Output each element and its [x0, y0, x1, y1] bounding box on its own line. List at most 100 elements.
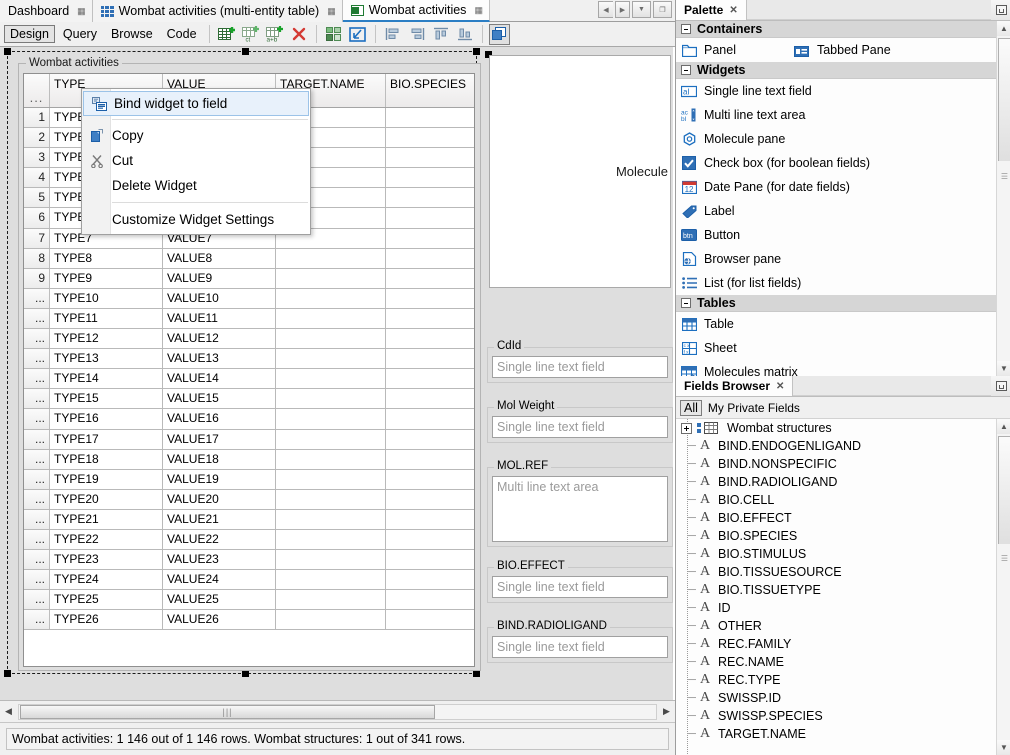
arrow-resize-icon[interactable] — [347, 24, 369, 45]
resize-handle-nw[interactable] — [4, 48, 11, 55]
column-header-bio-species[interactable]: BIO.SPECIES — [386, 74, 475, 107]
table-cell-bio-species[interactable] — [386, 490, 475, 509]
fields-scrollbar-grip[interactable]: ☰ — [998, 544, 1010, 572]
table-cell-type[interactable]: TYPE17 — [50, 430, 163, 449]
palette-item-molecule-pane[interactable]: Molecule pane — [681, 132, 785, 147]
layout-icon[interactable] — [323, 24, 345, 45]
minimize-button[interactable] — [991, 0, 1010, 20]
table-cell-bio-species[interactable] — [386, 108, 475, 127]
table-cell-value[interactable]: VALUE16 — [163, 409, 276, 428]
single-line-text-field[interactable]: Single line text field — [492, 416, 668, 438]
table-cell-target-name[interactable] — [276, 470, 386, 489]
resize-handle-ne[interactable] — [473, 48, 480, 55]
table-cell-bio-species[interactable] — [386, 450, 475, 469]
expand-icon[interactable] — [681, 423, 692, 434]
row-number-cell[interactable]: ... — [24, 389, 50, 408]
table-cell-value[interactable]: VALUE20 — [163, 490, 276, 509]
table-cell-target-name[interactable] — [276, 269, 386, 288]
row-number-cell[interactable]: ... — [24, 329, 50, 348]
table-cell-bio-species[interactable] — [386, 570, 475, 589]
table-cell-value[interactable]: VALUE23 — [163, 550, 276, 569]
table-cell-target-name[interactable] — [276, 329, 386, 348]
single-line-text-field[interactable]: Single line text field — [492, 356, 668, 378]
table-cell-value[interactable]: VALUE19 — [163, 470, 276, 489]
row-number-cell[interactable]: 4 — [24, 168, 50, 187]
table-cell-target-name[interactable] — [276, 249, 386, 268]
scrollbar-thumb[interactable]: ||| — [20, 705, 435, 719]
fields-browser-tab[interactable]: Fields Browser ✕ — [676, 376, 793, 396]
row-number-cell[interactable]: 8 — [24, 249, 50, 268]
row-number-cell[interactable]: ... — [24, 409, 50, 428]
table-cell-type[interactable]: TYPE26 — [50, 610, 163, 629]
table-cell-type[interactable]: TYPE11 — [50, 309, 163, 328]
table-cell-target-name[interactable] — [276, 309, 386, 328]
table-cell-value[interactable]: VALUE13 — [163, 349, 276, 368]
fields-tree-scrollbar[interactable]: ▲ ☰ ▼ — [996, 419, 1010, 755]
table-cell-target-name[interactable] — [276, 610, 386, 629]
fields-tree[interactable]: Wombat structures─ABIND.ENDOGENLIGAND─AB… — [676, 419, 1010, 755]
table-cell-value[interactable]: VALUE18 — [163, 450, 276, 469]
filter-my-private-fields-button[interactable]: My Private Fields — [708, 401, 800, 415]
table-cell-bio-species[interactable] — [386, 148, 475, 167]
table-cell-target-name[interactable] — [276, 430, 386, 449]
table-cell-bio-species[interactable] — [386, 269, 475, 288]
table-cell-type[interactable]: TYPE18 — [50, 450, 163, 469]
palette-item-button[interactable]: btnButton — [681, 228, 740, 243]
scroll-up-arrow-icon[interactable]: ▲ — [997, 21, 1010, 36]
table-cell-bio-species[interactable] — [386, 510, 475, 529]
table-cell-bio-species[interactable] — [386, 208, 475, 227]
table-cell-type[interactable]: TYPE22 — [50, 530, 163, 549]
palette-item-sheet[interactable]: c xf xSheet — [681, 341, 737, 356]
filter-all-button[interactable]: All — [680, 400, 702, 416]
restore-icon[interactable]: ❐ — [653, 1, 672, 18]
context-menu-item-delete-widget[interactable]: Delete Widget — [82, 173, 310, 198]
table-cell-bio-species[interactable] — [386, 309, 475, 328]
table-cell-type[interactable]: TYPE23 — [50, 550, 163, 569]
minimize-button[interactable] — [991, 376, 1010, 396]
table-cell-target-name[interactable] — [276, 510, 386, 529]
tree-node-wombat-structures[interactable]: Wombat structures — [676, 419, 1010, 437]
row-number-cell[interactable]: ... — [24, 510, 50, 529]
scroll-up-arrow-icon[interactable]: ▲ — [997, 419, 1010, 434]
table-cell-type[interactable]: TYPE8 — [50, 249, 163, 268]
table-cell-value[interactable]: VALUE21 — [163, 510, 276, 529]
row-number-cell[interactable]: ... — [24, 369, 50, 388]
palette-item-panel[interactable]: Panel — [681, 43, 736, 58]
tree-field-item[interactable]: ─ABIND.NONSPECIFIC — [676, 455, 1010, 473]
palette-item-browser-pane[interactable]: Browser pane — [681, 252, 781, 267]
table-cell-bio-species[interactable] — [386, 249, 475, 268]
tree-field-item[interactable]: ─ABIO.TISSUESOURCE — [676, 563, 1010, 581]
table-row[interactable]: ...TYPE12VALUE12 — [24, 329, 474, 349]
row-number-cell[interactable]: 2 — [24, 128, 50, 147]
table-cell-bio-species[interactable] — [386, 369, 475, 388]
table-cell-type[interactable]: TYPE14 — [50, 369, 163, 388]
table-row[interactable]: 9TYPE9VALUE9 — [24, 269, 474, 289]
multi-line-text-area[interactable]: Multi line text area — [492, 476, 668, 542]
palette-body[interactable]: ContainersPanelTabbed PaneWidgetsaISingl… — [676, 21, 1010, 376]
tree-field-item[interactable]: ─AREC.FAMILY — [676, 635, 1010, 653]
collapse-icon[interactable] — [681, 24, 691, 34]
palette-section-widgets[interactable]: Widgets — [676, 62, 1010, 79]
add-count-column-icon[interactable]: ct — [240, 24, 262, 45]
tab-list-icon[interactable]: ▼ — [632, 1, 651, 18]
row-number-cell[interactable]: ... — [24, 309, 50, 328]
tree-field-item[interactable]: ─AREC.NAME — [676, 653, 1010, 671]
row-number-cell[interactable]: ... — [24, 590, 50, 609]
tree-field-item[interactable]: ─ABIO.TISSUETYPE — [676, 581, 1010, 599]
table-cell-value[interactable]: VALUE14 — [163, 369, 276, 388]
palette-scrollbar-grip[interactable]: ☰ — [998, 161, 1010, 191]
table-cell-target-name[interactable] — [276, 389, 386, 408]
table-cell-bio-species[interactable] — [386, 590, 475, 609]
palette-section-tables[interactable]: Tables — [676, 295, 1010, 312]
palette-item-label[interactable]: Label — [681, 204, 735, 219]
row-number-cell[interactable]: 7 — [24, 229, 50, 248]
palette-scrollbar-thumb[interactable] — [998, 38, 1010, 176]
resize-handle-n[interactable] — [242, 48, 249, 55]
table-cell-bio-species[interactable] — [386, 470, 475, 489]
table-cell-type[interactable]: TYPE13 — [50, 349, 163, 368]
table-row[interactable]: ...TYPE17VALUE17 — [24, 430, 474, 450]
table-cell-bio-species[interactable] — [386, 229, 475, 248]
table-cell-value[interactable]: VALUE15 — [163, 389, 276, 408]
row-number-cell[interactable]: 9 — [24, 269, 50, 288]
align-left-icon[interactable] — [382, 24, 404, 45]
